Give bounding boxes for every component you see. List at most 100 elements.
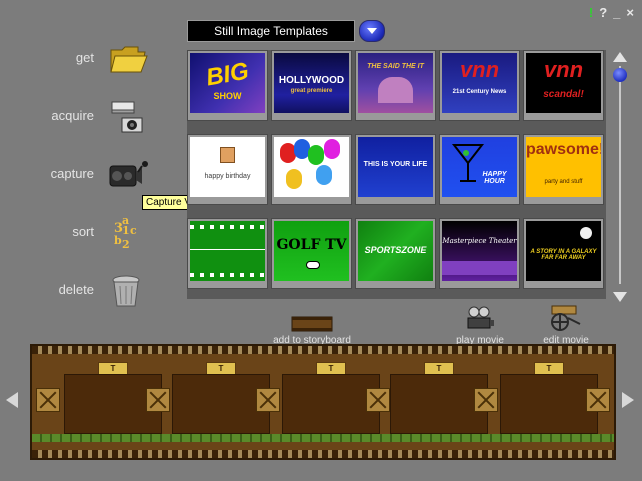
dropdown-arrow-button[interactable] [359, 20, 385, 42]
template-tile[interactable]: pawsome! party and stuff [523, 134, 604, 205]
balloon-shape [316, 165, 332, 185]
template-title: GOLF TV [276, 237, 347, 253]
app-window: ! ? _ × get acquire capture Capture Vide… [0, 0, 642, 481]
template-tile[interactable]: vnn 21st Century News [439, 50, 520, 121]
balloon-shape [308, 145, 324, 165]
template-title: THE SAID THE IT [367, 63, 424, 70]
template-tile[interactable]: happy birthday [187, 134, 268, 205]
template-thumbnail [274, 137, 349, 197]
transition-slot[interactable] [366, 388, 390, 412]
template-thumbnail: pawsome! party and stuff [526, 137, 601, 197]
template-title: HAPPY HOUR [482, 171, 507, 185]
template-tile[interactable]: BIG SHOW [187, 50, 268, 121]
scroll-track[interactable] [619, 66, 621, 284]
nav-sort[interactable]: sort 3 a 1 c b 2 [30, 212, 160, 256]
storyboard-slot[interactable]: T [282, 362, 380, 434]
nav-acquire[interactable]: acquire [30, 96, 160, 140]
nav-capture-label: capture [50, 166, 94, 181]
nav-capture[interactable]: capture [30, 154, 160, 198]
field-lines [190, 249, 265, 250]
play-movie-button[interactable]: play movie [448, 306, 512, 346]
template-subtitle: 21st Century News [452, 89, 507, 95]
template-thumbnail: Masterpiece Theater [442, 221, 517, 281]
transition-slot[interactable] [36, 388, 60, 412]
template-subtitle: party and stuff [544, 179, 583, 185]
template-subtitle: scandal! [543, 89, 584, 100]
template-tile[interactable]: Masterpiece Theater [439, 218, 520, 289]
template-thumbnail: GOLF TV [274, 221, 349, 281]
minimize-button[interactable]: _ [613, 6, 620, 19]
template-grid: BIG SHOW HOLLYWOOD great premiere THE SA… [187, 50, 606, 299]
template-tile[interactable]: HOLLYWOOD great premiere [271, 50, 352, 121]
scroll-up-arrow-icon[interactable] [613, 52, 627, 62]
scroll-down-arrow-icon[interactable] [613, 292, 627, 302]
svg-text:c: c [130, 224, 137, 237]
film-editor-icon [551, 305, 581, 331]
video-camera-icon[interactable] [108, 154, 148, 194]
template-tile[interactable]: THE SAID THE IT [355, 50, 436, 121]
golf-ball-shape [306, 261, 320, 269]
alert-icon[interactable]: ! [589, 6, 593, 19]
template-thumbnail: A STORY IN A GALAXY FAR FAR AWAY [526, 221, 601, 281]
template-category-dropdown[interactable]: Still Image Templates [187, 20, 355, 42]
template-tile[interactable]: SPORTSZONE [355, 218, 436, 289]
template-title: SPORTSZONE [364, 245, 427, 255]
window-controls: ! ? _ × [589, 6, 634, 19]
template-scrollbar[interactable] [612, 52, 628, 302]
svg-text:2: 2 [122, 238, 130, 251]
projector-icon [467, 306, 494, 329]
template-title: HOLLYWOOD [278, 75, 345, 86]
transition-slot[interactable] [474, 388, 498, 412]
template-thumbnail: SPORTSZONE [358, 221, 433, 281]
field-lines [190, 225, 265, 229]
template-tile[interactable]: GOLF TV [271, 218, 352, 289]
storyboard-slot[interactable]: T [172, 362, 270, 434]
scanner-camera-icon[interactable] [108, 96, 148, 136]
film-strip-icon [291, 316, 333, 332]
storyboard: T T T T T [30, 344, 616, 460]
template-title: BIG [204, 57, 251, 92]
template-title: Masterpiece Theater [442, 237, 517, 245]
storyboard-right-arrow-icon[interactable] [622, 392, 634, 408]
nav-delete[interactable]: delete [30, 270, 160, 314]
template-tile[interactable]: HAPPY HOUR [439, 134, 520, 205]
template-title: vnn [543, 57, 584, 82]
film-perforation-bottom [32, 450, 614, 458]
transition-slot[interactable] [146, 388, 170, 412]
cake-shape [220, 147, 235, 163]
template-title: pawsome! [526, 141, 601, 158]
template-title: THIS IS YOUR LIFE [363, 161, 428, 168]
template-thumbnail: THE SAID THE IT [358, 53, 433, 113]
balloon-shape [324, 139, 340, 159]
template-subtitle: SHOW [213, 91, 242, 101]
template-thumbnail: BIG SHOW [190, 53, 265, 113]
template-tile[interactable] [187, 218, 268, 289]
storyboard-slot[interactable]: T [500, 362, 598, 434]
add-to-storyboard-button[interactable]: add to storyboard [262, 316, 362, 346]
audio-track[interactable] [32, 434, 614, 442]
storyboard-left-arrow-icon[interactable] [6, 392, 18, 408]
storyboard-slot[interactable]: T [390, 362, 488, 434]
martini-glass-icon [451, 144, 485, 182]
template-thumbnail: HAPPY HOUR [442, 137, 517, 197]
template-tile[interactable] [271, 134, 352, 205]
nav-get[interactable]: get [30, 38, 160, 82]
template-tile[interactable]: vnn scandal! [523, 50, 604, 121]
nav-delete-label: delete [58, 282, 94, 297]
scroll-thumb[interactable] [613, 68, 627, 82]
template-thumbnail [190, 221, 265, 281]
close-button[interactable]: × [626, 6, 634, 19]
transition-slot[interactable] [586, 388, 610, 412]
template-title: A STORY IN A GALAXY FAR FAR AWAY [530, 249, 597, 261]
folder-icon[interactable] [108, 38, 148, 78]
trash-can-icon[interactable] [108, 270, 148, 310]
sort-icon[interactable]: 3 a 1 c b 2 [108, 212, 148, 252]
edit-movie-button[interactable]: edit movie [534, 304, 598, 346]
transition-slot[interactable] [256, 388, 280, 412]
slot-frame[interactable] [500, 374, 598, 434]
help-button[interactable]: ? [599, 6, 607, 19]
nav-sort-label: sort [72, 224, 94, 239]
template-tile[interactable]: A STORY IN A GALAXY FAR FAR AWAY [523, 218, 604, 289]
nav-get-label: get [75, 50, 94, 65]
template-tile[interactable]: THIS IS YOUR LIFE [355, 134, 436, 205]
